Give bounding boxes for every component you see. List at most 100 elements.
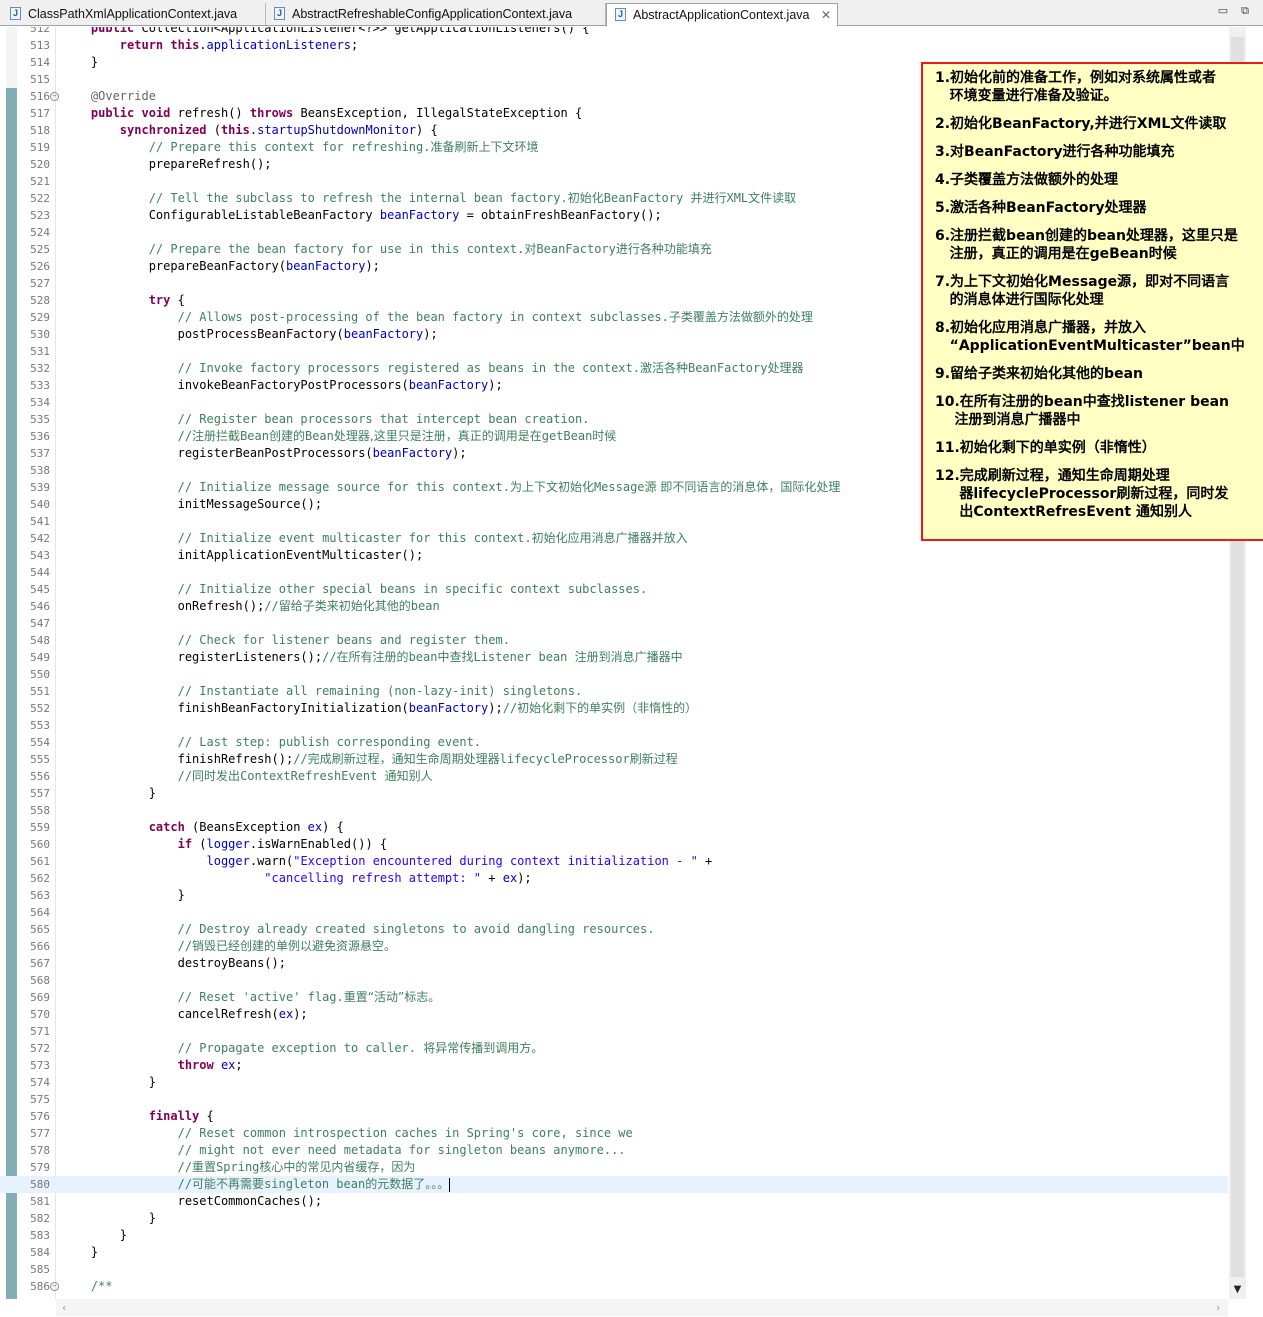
code-line[interactable]: 560 if (logger.isWarnEnabled()) { [0, 836, 1228, 853]
line-number: 532 [30, 362, 50, 375]
code-line[interactable]: 570 cancelRefresh(ex); [0, 1006, 1228, 1023]
code-line[interactable]: 582 } [0, 1210, 1228, 1227]
code-line[interactable]: 579 //重置Spring核心中的常见内省缓存，因为 [0, 1159, 1228, 1176]
code-line[interactable]: 576 finally { [0, 1108, 1228, 1125]
note-item: 11.初始化剩下的单实例（非惰性） [935, 440, 1156, 456]
code-line[interactable]: 578 // might not ever need metadata for … [0, 1142, 1228, 1159]
line-number: 556 [30, 770, 50, 783]
code-line[interactable]: 559 catch (BeansException ex) { [0, 819, 1228, 836]
code-line[interactable]: 583 } [0, 1227, 1228, 1244]
code-line[interactable]: 571 [0, 1023, 1228, 1040]
code-line[interactable]: 546 onRefresh();//留给子类来初始化其他的bean [0, 598, 1228, 615]
line-number: 544 [30, 566, 50, 579]
code-line[interactable]: 554 // Last step: publish corresponding … [0, 734, 1228, 751]
code-line[interactable]: 544 [0, 564, 1228, 581]
code-text: // Prepare this context for refreshing.准… [148, 140, 539, 154]
line-number: 549 [30, 651, 50, 664]
code-line[interactable]: 574 } [0, 1074, 1228, 1091]
code-text: cancelRefresh(ex); [62, 1007, 308, 1021]
code-line[interactable]: 575 [0, 1091, 1228, 1108]
code-text: prepareBeanFactory(beanFactory); [62, 259, 380, 273]
code-line[interactable]: 547 [0, 615, 1228, 632]
line-number: 580 [30, 1178, 50, 1191]
code-text: // Tell the subclass to refresh the inte… [148, 191, 797, 205]
code-line[interactable]: 550 [0, 666, 1228, 683]
code-line[interactable]: 556 //同时发出ContextRefreshEvent 通知别人 [0, 768, 1228, 785]
code-line[interactable]: 545 // Initialize other special beans in… [0, 581, 1228, 598]
fold-toggle-icon[interactable]: − [50, 92, 59, 101]
code-line[interactable]: 566 //销毁已经创建的单例以避免资源悬空。 [0, 938, 1228, 955]
line-number: 567 [30, 957, 50, 970]
code-text: // Last step: publish corresponding even… [177, 735, 482, 749]
tab-label: AbstractApplicationContext.java [633, 8, 810, 22]
line-number: 524 [30, 226, 50, 239]
scroll-left-icon[interactable]: ‹ [62, 1301, 66, 1314]
code-line[interactable]: 561 logger.warn("Exception encountered d… [0, 853, 1228, 870]
code-line[interactable]: 584 } [0, 1244, 1228, 1261]
code-line[interactable]: 585 [0, 1261, 1228, 1278]
line-number: 525 [30, 243, 50, 256]
minimize-icon[interactable]: ▭ [1215, 4, 1231, 18]
line-number: 533 [30, 379, 50, 392]
scroll-right-icon[interactable]: › [1216, 1301, 1220, 1314]
code-line[interactable]: 564 [0, 904, 1228, 921]
close-icon[interactable]: ✕ [821, 4, 831, 26]
code-line[interactable]: 553 [0, 717, 1228, 734]
code-line[interactable]: 567 destroyBeans(); [0, 955, 1228, 972]
code-line[interactable]: 513 return this.applicationListeners; [0, 37, 1228, 54]
code-line[interactable]: 581 resetCommonCaches(); [0, 1193, 1228, 1210]
code-text: logger.warn("Exception encountered durin… [206, 854, 713, 868]
line-number: 547 [30, 617, 50, 630]
code-line[interactable]: 512 public Collection<ApplicationListene… [0, 27, 1228, 37]
code-text: } [62, 1211, 156, 1225]
code-text: // Invoke factory processors registered … [177, 361, 804, 375]
line-number: 530 [30, 328, 50, 341]
code-line[interactable]: 557 } [0, 785, 1228, 802]
code-line[interactable]: 562 "cancelling refresh attempt: " + ex)… [0, 870, 1228, 887]
code-line[interactable]: 565 // Destroy already created singleton… [0, 921, 1228, 938]
line-number: 519 [30, 141, 50, 154]
code-line[interactable]: 549 registerListeners();//在所有注册的bean中查找L… [0, 649, 1228, 666]
tab-abstractapplicationcontext[interactable]: J AbstractApplicationContext.java ✕ [606, 3, 838, 27]
line-number: 550 [30, 668, 50, 681]
code-line[interactable]: 551 // Instantiate all remaining (non-la… [0, 683, 1228, 700]
code-line[interactable]: 573 throw ex; [0, 1057, 1228, 1074]
scroll-down-icon[interactable]: ▼ [1232, 1284, 1243, 1295]
line-number: 548 [30, 634, 50, 647]
code-line[interactable]: 569 // Reset 'active' flag.重置“活动”标志。 [0, 989, 1228, 1006]
code-line[interactable]: 548 // Check for listener beans and regi… [0, 632, 1228, 649]
line-number: 581 [30, 1195, 50, 1208]
code-line[interactable]: 552 finishBeanFactoryInitialization(bean… [0, 700, 1228, 717]
fold-toggle-icon[interactable]: − [50, 1282, 59, 1291]
horizontal-scrollbar[interactable]: ‹ › [56, 1299, 1228, 1316]
code-text: //同时发出ContextRefreshEvent 通知别人 [177, 769, 433, 783]
tab-abstractrefreshableconfigapplicationcontext[interactable]: J AbstractRefreshableConfigApplicationCo… [266, 3, 606, 25]
line-number: 534 [30, 396, 50, 409]
tab-classpathxmlapplicationcontext[interactable]: J ClassPathXmlApplicationContext.java [2, 3, 266, 25]
line-number: 526 [30, 260, 50, 273]
code-line[interactable]: 555 finishRefresh();//完成刷新过程，通知生命周期处理器li… [0, 751, 1228, 768]
tab-label: ClassPathXmlApplicationContext.java [28, 7, 238, 21]
code-editor[interactable]: 512 public Collection<ApplicationListene… [0, 27, 1263, 1299]
line-number: 522 [30, 192, 50, 205]
note-item: 7.为上下文初始化Message源，即对不同语言 的消息体进行国际化处理 [935, 274, 1230, 308]
line-number: 586 [30, 1280, 50, 1293]
code-text: // Reset common introspection caches in … [177, 1126, 633, 1140]
line-number: 538 [30, 464, 50, 477]
code-line[interactable]: 543 initApplicationEventMulticaster(); [0, 547, 1228, 564]
line-number: 527 [30, 277, 50, 290]
code-line[interactable]: 580 //可能不再需要singleton bean的元数据了。。。 [0, 1176, 1228, 1193]
code-line[interactable]: 568 [0, 972, 1228, 989]
code-line[interactable]: 563 } [0, 887, 1228, 904]
code-line[interactable]: 586− /** [0, 1278, 1228, 1295]
line-number: 536 [30, 430, 50, 443]
line-number: 571 [30, 1025, 50, 1038]
code-line[interactable]: 558 [0, 802, 1228, 819]
line-number: 568 [30, 974, 50, 987]
code-text: // Destroy already created singletons to… [177, 922, 655, 936]
code-line[interactable]: 572 // Propagate exception to caller. 将异… [0, 1040, 1228, 1057]
maximize-icon[interactable]: ⧉ [1237, 4, 1253, 18]
line-number: 553 [30, 719, 50, 732]
code-line[interactable]: 577 // Reset common introspection caches… [0, 1125, 1228, 1142]
line-number: 552 [30, 702, 50, 715]
